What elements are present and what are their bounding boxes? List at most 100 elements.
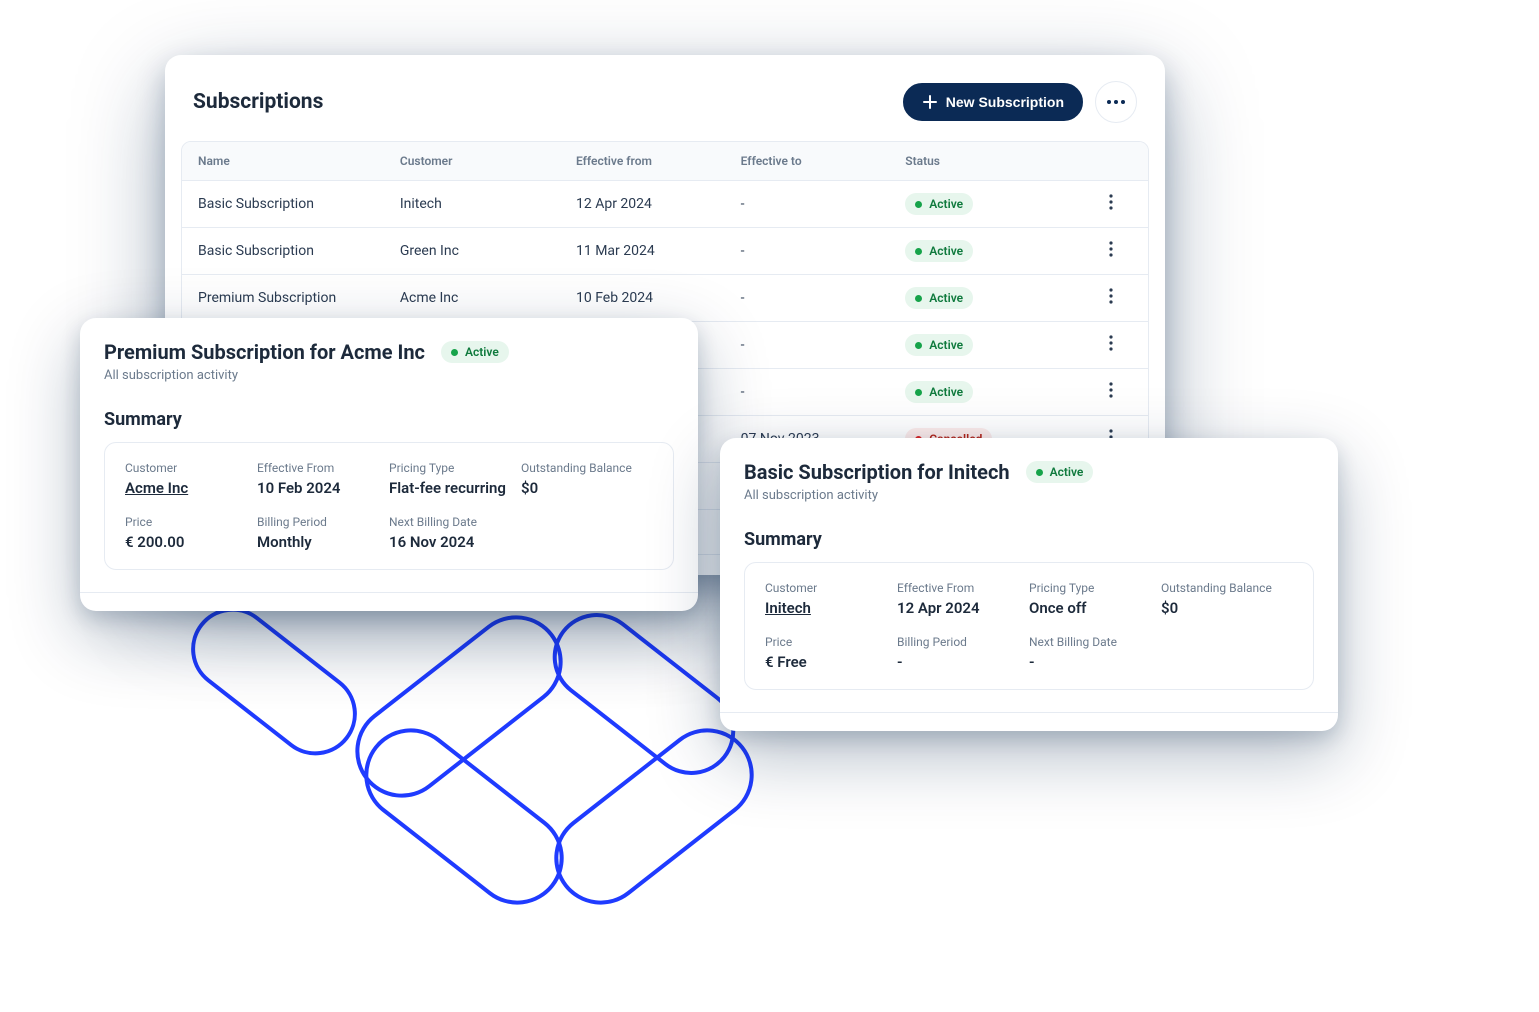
detail-subtitle: All subscription activity [104, 368, 674, 383]
table-row[interactable]: Premium SubscriptionAcme Inc10 Feb 2024-… [182, 275, 1148, 322]
detail-status-badge: Active [1026, 461, 1094, 483]
summary-value-effective-from: 12 Apr 2024 [897, 599, 1029, 617]
summary-label-price: Price [765, 635, 897, 649]
cell-effective-to: - [725, 322, 890, 369]
cell-actions [1073, 322, 1148, 369]
cell-actions [1073, 181, 1148, 228]
cell-effective-to: - [725, 181, 890, 228]
summary-label-effective-from: Effective From [257, 461, 389, 475]
divider [80, 592, 698, 593]
summary-value-outstanding: $0 [1161, 599, 1293, 617]
summary-value-customer[interactable]: Acme Inc [125, 479, 257, 497]
decorative-pill [174, 591, 373, 772]
summary-value-effective-from: 10 Feb 2024 [257, 479, 389, 497]
detail-status-badge: Active [441, 341, 509, 363]
detail-subtitle: All subscription activity [744, 488, 1314, 503]
status-badge: Active [905, 240, 973, 262]
status-badge: Active [905, 334, 973, 356]
detail-title: Basic Subscription for Initech [744, 460, 1010, 484]
subscriptions-header: Subscriptions New Subscription [193, 81, 1137, 123]
new-subscription-button[interactable]: New Subscription [903, 83, 1083, 121]
cell-effective-to: - [725, 228, 890, 275]
status-text: Active [929, 385, 963, 399]
new-subscription-label: New Subscription [946, 94, 1064, 110]
summary-label-outstanding: Outstanding Balance [521, 461, 653, 475]
more-actions-button[interactable] [1095, 81, 1137, 123]
table-row[interactable]: Basic SubscriptionInitech12 Apr 2024- Act… [182, 181, 1148, 228]
cell-customer: Initech [384, 181, 560, 228]
status-text: Active [929, 291, 963, 305]
cell-status: Active [889, 322, 1073, 369]
status-badge: Active [905, 193, 973, 215]
row-actions-button[interactable] [1109, 382, 1113, 398]
summary-label-next-billing: Next Billing Date [389, 515, 521, 529]
summary-label-outstanding: Outstanding Balance [1161, 581, 1293, 595]
detail-status-text: Active [1050, 465, 1084, 479]
ellipsis-icon [1107, 100, 1125, 104]
header-actions: New Subscription [903, 81, 1137, 123]
status-text: Active [929, 197, 963, 211]
cell-actions [1073, 369, 1148, 416]
summary-label-billing-period: Billing Period [257, 515, 389, 529]
summary-label-effective-from: Effective From [897, 581, 1029, 595]
detail-summary-title: Summary [104, 409, 674, 430]
summary-label-customer: Customer [765, 581, 897, 595]
subscription-detail-card-acme: Premium Subscription for Acme Inc Active… [80, 318, 698, 611]
summary-label-next-billing: Next Billing Date [1029, 635, 1161, 649]
subscriptions-table-head: Name Customer Effective from Effective t… [182, 142, 1148, 181]
row-actions-button[interactable] [1109, 335, 1113, 351]
summary-label-pricing-type: Pricing Type [389, 461, 521, 475]
cell-actions [1073, 228, 1148, 275]
cell-effective-from: 10 Feb 2024 [560, 275, 725, 322]
status-dot-icon [915, 342, 922, 349]
summary-value-billing-period: - [897, 653, 1029, 671]
summary-value-pricing-type: Once off [1029, 599, 1161, 617]
summary-value-outstanding: $0 [521, 479, 653, 497]
divider [720, 712, 1338, 713]
detail-title: Premium Subscription for Acme Inc [104, 340, 425, 364]
cell-effective-to: - [725, 275, 890, 322]
cell-actions [1073, 275, 1148, 322]
summary-label-customer: Customer [125, 461, 257, 475]
table-row[interactable]: Basic SubscriptionGreen Inc11 Mar 2024-A… [182, 228, 1148, 275]
status-dot-icon [915, 201, 922, 208]
plus-icon [922, 94, 938, 110]
summary-value-customer[interactable]: Initech [765, 599, 897, 617]
detail-summary-title: Summary [744, 529, 1314, 550]
col-header-from: Effective from [560, 142, 725, 181]
row-actions-button[interactable] [1109, 194, 1113, 210]
cell-status: Active [889, 181, 1073, 228]
detail-status-text: Active [465, 345, 499, 359]
status-dot-icon [915, 248, 922, 255]
status-text: Active [929, 244, 963, 258]
status-dot-icon [915, 295, 922, 302]
status-dot-icon [915, 389, 922, 396]
cell-effective-from: 12 Apr 2024 [560, 181, 725, 228]
cell-name: Premium Subscription [182, 275, 384, 322]
cell-name: Basic Subscription [182, 181, 384, 228]
col-header-customer: Customer [384, 142, 560, 181]
cell-effective-to: - [725, 369, 890, 416]
detail-summary-card: Customer Acme Inc Effective From 10 Feb 20… [104, 442, 674, 570]
cell-customer: Acme Inc [384, 275, 560, 322]
summary-value-billing-period: Monthly [257, 533, 389, 551]
subscription-detail-card-initech: Basic Subscription for Initech Active Al… [720, 438, 1338, 731]
col-header-status: Status [889, 142, 1073, 181]
summary-label-price: Price [125, 515, 257, 529]
page-title: Subscriptions [193, 90, 323, 114]
stage: { "header": { "title": "Subscriptions", … [0, 0, 1539, 1012]
cell-customer: Green Inc [384, 228, 560, 275]
row-actions-button[interactable] [1109, 288, 1113, 304]
cell-name: Basic Subscription [182, 228, 384, 275]
summary-value-pricing-type: Flat-fee recurring [389, 479, 521, 497]
col-header-actions [1073, 142, 1148, 181]
summary-value-next-billing: 16 Nov 2024 [389, 533, 521, 551]
status-badge: Active [905, 381, 973, 403]
status-badge: Active [905, 287, 973, 309]
row-actions-button[interactable] [1109, 241, 1113, 257]
cell-status: Active [889, 275, 1073, 322]
col-header-to: Effective to [725, 142, 890, 181]
summary-value-price: € Free [765, 653, 897, 671]
status-dot-icon [1036, 469, 1043, 476]
status-dot-icon [451, 349, 458, 356]
